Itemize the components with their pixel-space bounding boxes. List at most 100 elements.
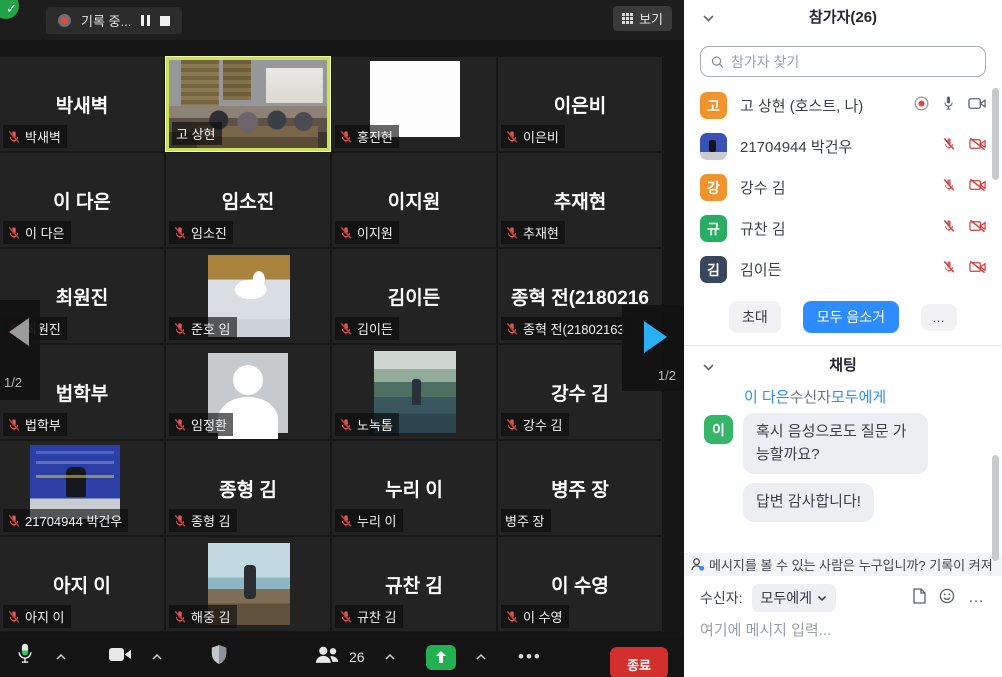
next-page-arrow-icon[interactable] [644, 321, 667, 353]
chat-more-button[interactable]: … [968, 589, 986, 607]
chat-scrollbar[interactable] [992, 455, 999, 561]
muted-camera-icon [969, 137, 986, 151]
muted-camera-icon [969, 260, 986, 274]
tile-name-label: 법학부 [3, 413, 67, 436]
previous-page-arrow-icon[interactable] [9, 318, 29, 346]
pause-recording-button[interactable] [141, 15, 150, 26]
video-tile[interactable]: 노녹톰 [332, 345, 496, 439]
video-tile[interactable]: 이은비 이은비 [498, 57, 662, 151]
video-tile[interactable]: 21704944 박건우 [0, 441, 164, 535]
muted-mic-icon [339, 322, 353, 336]
video-tile[interactable]: 이 다은 이 다은 [0, 153, 164, 247]
emoji-button[interactable] [939, 588, 955, 609]
share-options-chevron[interactable] [475, 648, 487, 666]
recording-status-pill: 기록 중... [46, 7, 182, 34]
video-button[interactable] [108, 646, 132, 668]
muted-camera-icon [969, 178, 986, 192]
muted-mic-icon [7, 226, 21, 240]
participant-row[interactable]: 규 규찬 김 [684, 208, 1002, 249]
chat-recipient-name: 모두에게 [831, 389, 886, 406]
security-shield-badge-icon: ✓ [0, 0, 19, 19]
chat-message-input[interactable] [700, 622, 986, 639]
video-tile[interactable]: 임소진 임소진 [166, 153, 330, 247]
video-tile[interactable]: 추재현 추재현 [498, 153, 662, 247]
muted-mic-icon[interactable] [942, 219, 956, 238]
video-tile[interactable]: 규찬 김 규찬 김 [332, 537, 496, 631]
participant-search-input[interactable] [731, 54, 975, 70]
meeting-main-area: ✓ 기록 중... 보기 박새벽 박새벽 [0, 0, 684, 677]
previous-page-control[interactable]: 1/2 [0, 300, 40, 400]
participant-row[interactable]: 강 강수 김 [684, 167, 1002, 208]
meeting-toolbar: 26 ••• 종료 [0, 637, 684, 677]
muted-mic-icon [173, 418, 187, 432]
participants-options-chevron[interactable] [384, 648, 396, 666]
file-attach-button[interactable] [913, 588, 926, 609]
participants-more-button[interactable]: … [921, 304, 957, 331]
view-button[interactable]: 보기 [613, 6, 672, 31]
recipient-dropdown[interactable]: 모두에게 [752, 584, 837, 612]
video-tile[interactable]: 준호 임 [166, 249, 330, 343]
muted-mic-icon [505, 130, 519, 144]
chat-sender-avatar: 이 [704, 415, 733, 444]
end-meeting-button[interactable]: 종료 [610, 647, 668, 677]
side-panel: 참가자(26) 고 고 상현 (호스트, 나) 21704944 박건우 [684, 0, 1002, 677]
muted-mic-icon[interactable] [942, 260, 956, 279]
mute-button[interactable] [16, 642, 34, 672]
share-screen-button[interactable] [426, 645, 456, 670]
mute-all-button[interactable]: 모두 음소거 [803, 301, 899, 333]
more-options-button[interactable]: ••• [518, 647, 542, 667]
muted-mic-icon [505, 226, 519, 240]
video-tile[interactable]: 병주 장 병주 장 [498, 441, 662, 535]
tile-name-label: 누리 이 [335, 509, 403, 532]
participants-footer: 초대 모두 음소거 … [684, 302, 1002, 332]
participant-row[interactable]: 고 고 상현 (호스트, 나) [684, 85, 1002, 126]
muted-mic-icon [942, 219, 956, 233]
muted-camera-icon[interactable] [969, 219, 986, 238]
mic-icon[interactable] [942, 95, 955, 116]
collapse-chat-chevron-icon[interactable] [702, 359, 715, 377]
collapse-participants-chevron-icon[interactable] [702, 10, 715, 28]
avatar: 고 [700, 92, 727, 119]
participants-button[interactable] [314, 645, 340, 669]
muted-camera-icon[interactable] [969, 178, 986, 197]
participant-row[interactable]: 김 김이든 [684, 249, 1002, 290]
video-tile[interactable]: 홍진현 [332, 57, 496, 151]
video-tile[interactable]: 이지원 이지원 [332, 153, 496, 247]
video-tile[interactable]: 김이든 김이든 [332, 249, 496, 343]
mute-options-chevron[interactable] [55, 648, 67, 666]
participant-name: 규찬 김 [740, 218, 929, 239]
muted-camera-icon[interactable] [969, 260, 986, 279]
muted-camera-icon[interactable] [969, 137, 986, 156]
security-button[interactable] [210, 644, 228, 671]
video-options-chevron[interactable] [151, 648, 163, 666]
participants-scrollbar[interactable] [992, 88, 999, 180]
next-page-control[interactable]: 1/2 [622, 305, 684, 391]
muted-mic-icon [339, 130, 353, 144]
chat-compose-area: 수신자: 모두에게 … [684, 584, 1002, 640]
muted-mic-icon[interactable] [942, 137, 956, 156]
video-tile[interactable]: 누리 이 누리 이 [332, 441, 496, 535]
participants-panel-title: 참가자(26) [809, 6, 877, 27]
muted-mic-icon [7, 514, 21, 528]
video-tile[interactable]: 고 상현 [166, 57, 330, 151]
invite-button[interactable]: 초대 [729, 301, 781, 333]
video-tile[interactable]: 박새벽 박새벽 [0, 57, 164, 151]
participant-search[interactable] [700, 46, 986, 77]
video-tile[interactable]: 아지 이 아지 이 [0, 537, 164, 631]
tile-name-text: 이 다은 [25, 223, 65, 242]
chat-privacy-notice[interactable]: 메시지를 볼 수 있는 사람은 누구입니까? 기록이 켜져 [684, 553, 1002, 576]
participant-name: 강수 김 [740, 177, 929, 198]
stop-recording-button[interactable] [160, 16, 170, 26]
video-tile[interactable]: 해중 김 [166, 537, 330, 631]
video-tile[interactable]: 임정환 [166, 345, 330, 439]
chat-message-area: 이 다은수신자모두에게 이 혹시 음성으로도 질문 가능할까요?답변 감사합니다… [684, 382, 1002, 522]
muted-mic-icon[interactable] [942, 178, 956, 197]
participant-list: 고 고 상현 (호스트, 나) 21704944 박건우 [684, 85, 1002, 290]
video-tile[interactable]: 이 수영 이 수영 [498, 537, 662, 631]
avatar: 강 [700, 174, 727, 201]
video-tile[interactable]: 종형 김 종형 김 [166, 441, 330, 535]
camera-icon[interactable] [968, 97, 986, 115]
chat-panel-header: 채팅 [684, 346, 1002, 382]
muted-mic-icon [942, 260, 956, 274]
participant-row[interactable]: 21704944 박건우 [684, 126, 1002, 167]
